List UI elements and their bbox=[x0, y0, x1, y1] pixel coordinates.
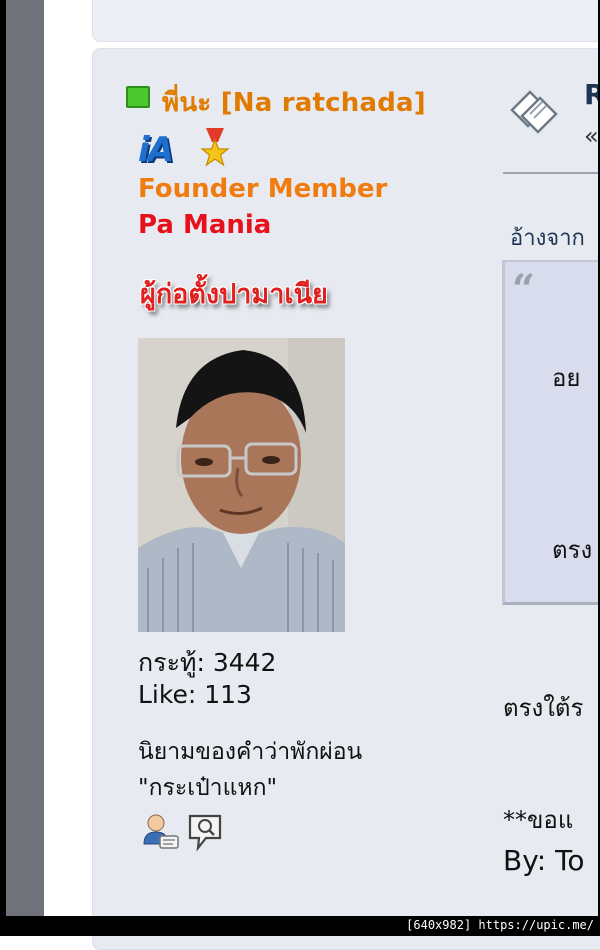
message-icon[interactable] bbox=[186, 812, 224, 852]
quote-text: ตรง bbox=[552, 536, 593, 564]
left-sidebar-bar bbox=[6, 0, 44, 916]
ia-logo-icon: iA bbox=[138, 130, 174, 170]
post-body-text: **ขอแ bbox=[503, 806, 574, 834]
quote-header[interactable]: อ้างจาก bbox=[510, 220, 585, 255]
like-count: Like: 113 bbox=[138, 680, 252, 709]
author-username[interactable]: พี่นะ [Na ratchada] bbox=[162, 82, 426, 123]
member-secondary-title: Pa Mania bbox=[138, 210, 272, 240]
profile-icon[interactable] bbox=[140, 812, 180, 852]
topic-icon bbox=[510, 90, 558, 134]
member-group-title: Founder Member bbox=[138, 174, 388, 204]
post-body-text: ตรงใต้ร bbox=[503, 694, 584, 722]
avatar[interactable] bbox=[138, 338, 345, 632]
topic-subtitle: « bbox=[584, 122, 599, 150]
quote-text: อย bbox=[552, 364, 581, 392]
upload-watermark: [640x982] https://upic.me/ bbox=[406, 918, 594, 932]
previous-post-panel bbox=[92, 0, 600, 42]
star-medal-icon bbox=[200, 128, 230, 167]
founder-banner-image: ผู้ก่อตั้งปามาเนีย bbox=[140, 279, 328, 310]
quote-mark-icon: “ bbox=[512, 266, 536, 313]
post-count: กระทู้: 3442 bbox=[138, 648, 277, 677]
online-status-icon bbox=[126, 86, 150, 108]
divider bbox=[503, 172, 600, 174]
post-body-text: By: To bbox=[503, 844, 585, 877]
signature-line: นิยามของคำว่าพักผ่อน bbox=[138, 739, 363, 765]
signature-line: "กระเป๋าแหก" bbox=[138, 775, 278, 801]
